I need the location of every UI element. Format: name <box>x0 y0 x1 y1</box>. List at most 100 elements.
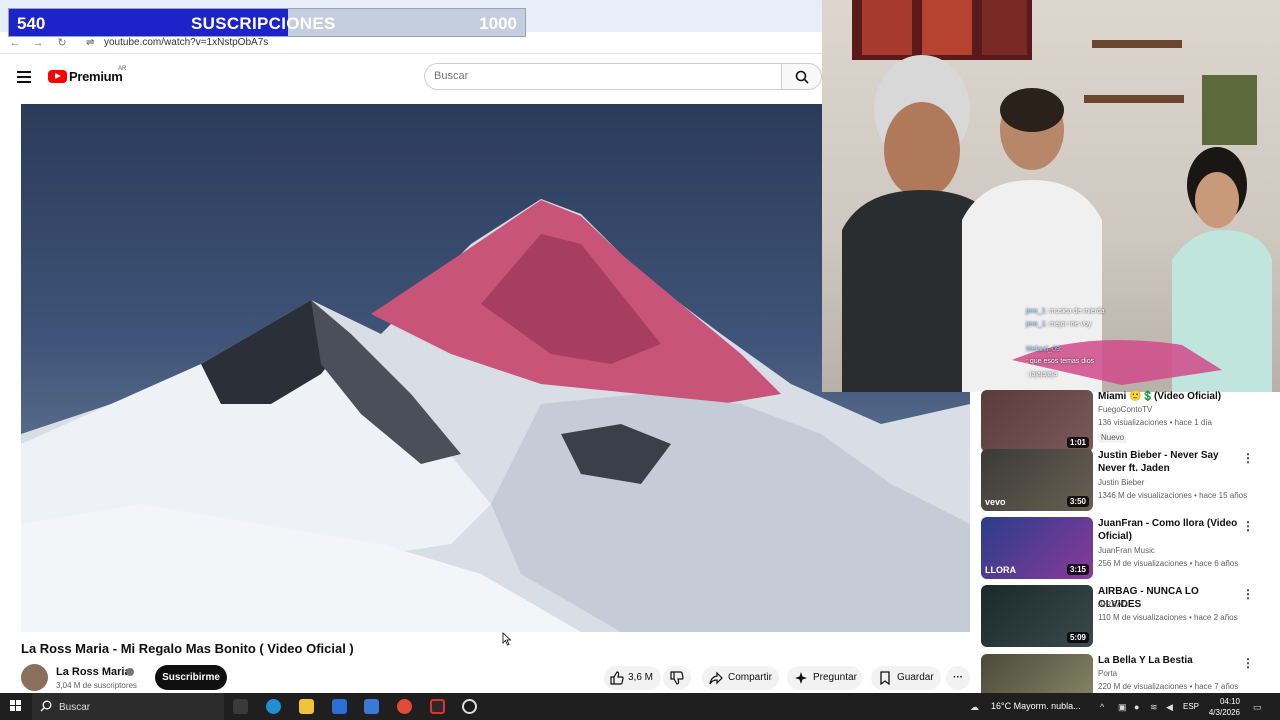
subscription-goal-bar: 540 SUSCRIPCIONES 1000 <box>8 8 526 37</box>
channel-name[interactable]: La Ross Maria <box>56 666 131 678</box>
recommendation-meta: 256 M de visualizaciones • hace 6 años <box>1098 559 1239 568</box>
search-icon <box>795 70 809 84</box>
chat-message: jere_1: mejor me voy <box>1026 320 1092 328</box>
more-options-icon[interactable]: ⋮ <box>1242 587 1254 601</box>
recommendation-item[interactable]: 5:09 AIRBAG - NUNCA LO OLVIDES AIRBAG 110 M… <box>981 585 1271 647</box>
chat-message: Melanii_09: <box>1026 345 1062 353</box>
save-label: Guardar <box>897 672 934 683</box>
channel-avatar[interactable] <box>21 664 48 691</box>
recommendation-item[interactable]: LLORA 3:15 JuanFran - Como llora (Video Of… <box>981 517 1271 579</box>
share-button[interactable]: Compartir <box>702 666 779 690</box>
recommendation-channel[interactable]: FuegoContoTV <box>1098 405 1152 414</box>
new-badge: Nuevo <box>1098 432 1128 443</box>
like-button[interactable]: 3,6 M <box>604 666 661 690</box>
thumbnail-text: LLORA <box>985 565 1016 575</box>
store-icon[interactable] <box>332 699 347 714</box>
share-label: Compartir <box>728 672 772 683</box>
chat-message: jere_1: musica de mierda <box>1026 308 1105 315</box>
outlook-icon[interactable] <box>364 699 379 714</box>
video-thumbnail[interactable]: LLORA 3:15 <box>981 517 1093 579</box>
subscriber-count: 3,04 M de suscriptores <box>56 681 137 690</box>
recommendation-item[interactable]: vevo 3:50 Justin Bieber - Never Say Never … <box>981 449 1271 511</box>
volume-icon[interactable]: ◀ <box>1166 702 1173 713</box>
video-title: La Ross Maria - Mi Regalo Mas Bonito ( V… <box>21 641 354 656</box>
thumbnail-text: vevo <box>985 497 1006 507</box>
recommendation-meta: 220 M de visualizaciones • hace 7 años <box>1098 682 1239 691</box>
chrome-icon[interactable] <box>397 699 412 714</box>
youtube-brand[interactable]: Premium <box>69 69 123 84</box>
more-options-icon[interactable]: ⋮ <box>1242 451 1254 465</box>
video-duration: 5:09 <box>1066 632 1089 643</box>
search-button[interactable] <box>781 63 822 90</box>
tray-app-icon[interactable]: ▣ <box>1118 702 1127 713</box>
weather-icon[interactable]: ☁ <box>970 702 979 713</box>
clock[interactable]: 04:10 4/3/2026 <box>1208 696 1240 718</box>
mouse-cursor-icon <box>502 632 512 646</box>
subscription-goal: 1000 <box>479 14 517 33</box>
url-text[interactable]: youtube.com/watch?v=1xNstpObA7s <box>104 37 268 48</box>
notification-icon[interactable]: ▭ <box>1253 702 1262 713</box>
weather-text[interactable]: 16°C Mayorm. nubla... <box>991 701 1081 711</box>
video-thumbnail[interactable]: 5:09 <box>981 585 1093 647</box>
recommendation-channel[interactable]: Justin Bieber <box>1098 478 1144 487</box>
like-count: 3,6 M <box>628 672 654 683</box>
file-explorer-icon[interactable] <box>299 699 314 714</box>
recommendation-title[interactable]: JuanFran - Como llora (Video Oficial) <box>1098 517 1238 543</box>
share-icon <box>709 671 723 685</box>
video-duration: 3:50 <box>1066 496 1089 507</box>
chat-message <box>1026 331 1105 344</box>
chat-message: : jajajajaja <box>1026 370 1058 378</box>
windows-start-icon[interactable] <box>10 700 22 712</box>
thumbs-down-icon <box>670 671 684 685</box>
edge-icon[interactable] <box>266 699 281 714</box>
more-options-icon[interactable]: ⋮ <box>1242 519 1254 533</box>
recommendation-channel[interactable]: AIRBAG <box>1098 600 1128 609</box>
tray-chevron-icon[interactable]: ^ <box>1100 702 1104 712</box>
verified-icon <box>126 668 134 676</box>
recommendation-meta: 136 visualizaciones • hace 1 día <box>1098 418 1212 427</box>
taskbar-search-label: Buscar <box>59 702 91 713</box>
bookmark-icon <box>880 671 890 685</box>
recommendation-channel[interactable]: JuanFran Music <box>1098 546 1155 555</box>
search-placeholder: Buscar <box>434 70 469 82</box>
reload-button[interactable]: ↻ <box>55 36 69 50</box>
recommendation-channel[interactable]: Porta <box>1098 669 1117 678</box>
task-view-icon[interactable] <box>233 699 248 714</box>
wifi-icon[interactable]: ≋ <box>1150 702 1158 713</box>
more-actions-button[interactable]: ··· <box>946 666 970 690</box>
chat-message: : que esos temas dios <box>1026 358 1095 365</box>
subscribe-button[interactable]: Suscribirme <box>155 665 227 690</box>
video-duration: 3:15 <box>1066 564 1089 575</box>
ask-label: Preguntar <box>813 672 857 683</box>
back-button[interactable]: ← <box>8 36 22 50</box>
taskbar <box>0 693 1280 720</box>
subscription-label: SUSCRIPCIONES <box>191 14 336 33</box>
recommendation-meta: 110 M de visualizaciones • hace 2 años <box>1098 613 1238 622</box>
subscription-count: 540 <box>17 14 46 33</box>
hamburger-menu-icon[interactable] <box>17 71 31 83</box>
youtube-logo-icon[interactable] <box>48 70 67 83</box>
recommendation-item[interactable]: 1:01 Miami 🙂💲(Video Oficial) FuegoContoTV 1… <box>981 390 1271 452</box>
video-thumbnail[interactable]: 1:01 <box>981 390 1093 452</box>
stream-chat: jere_1: musica de mierda jere_1: mejor m… <box>1026 306 1105 381</box>
ask-button[interactable]: Preguntar <box>787 666 862 690</box>
recommendation-meta: 1346 M de visualizaciones • hace 15 años <box>1098 491 1248 500</box>
dislike-button[interactable] <box>663 666 691 690</box>
recommendation-title[interactable]: La Bella Y La Bestia <box>1098 654 1238 667</box>
more-options-icon[interactable]: ⋮ <box>1242 656 1254 670</box>
recommendation-title[interactable]: Justin Bieber - Never Say Never ft. Jade… <box>1098 449 1238 475</box>
search-input[interactable] <box>424 63 782 90</box>
region-code: AR <box>118 66 127 72</box>
recording-app-icon[interactable] <box>430 699 445 714</box>
forward-button[interactable]: → <box>31 36 45 50</box>
recommendation-title[interactable]: Miami 🙂💲(Video Oficial) <box>1098 390 1238 403</box>
taskbar-search-icon <box>40 700 52 712</box>
save-button[interactable]: Guardar <box>871 666 941 690</box>
language-indicator[interactable]: ESP <box>1183 702 1199 711</box>
video-thumbnail[interactable]: vevo 3:50 <box>981 449 1093 511</box>
site-info-icon[interactable]: ⇌ <box>86 37 94 48</box>
microphone-icon[interactable]: ● <box>1134 702 1139 712</box>
obs-icon[interactable] <box>462 699 477 714</box>
sparkle-icon <box>795 672 807 684</box>
thumbs-up-icon <box>610 671 624 685</box>
